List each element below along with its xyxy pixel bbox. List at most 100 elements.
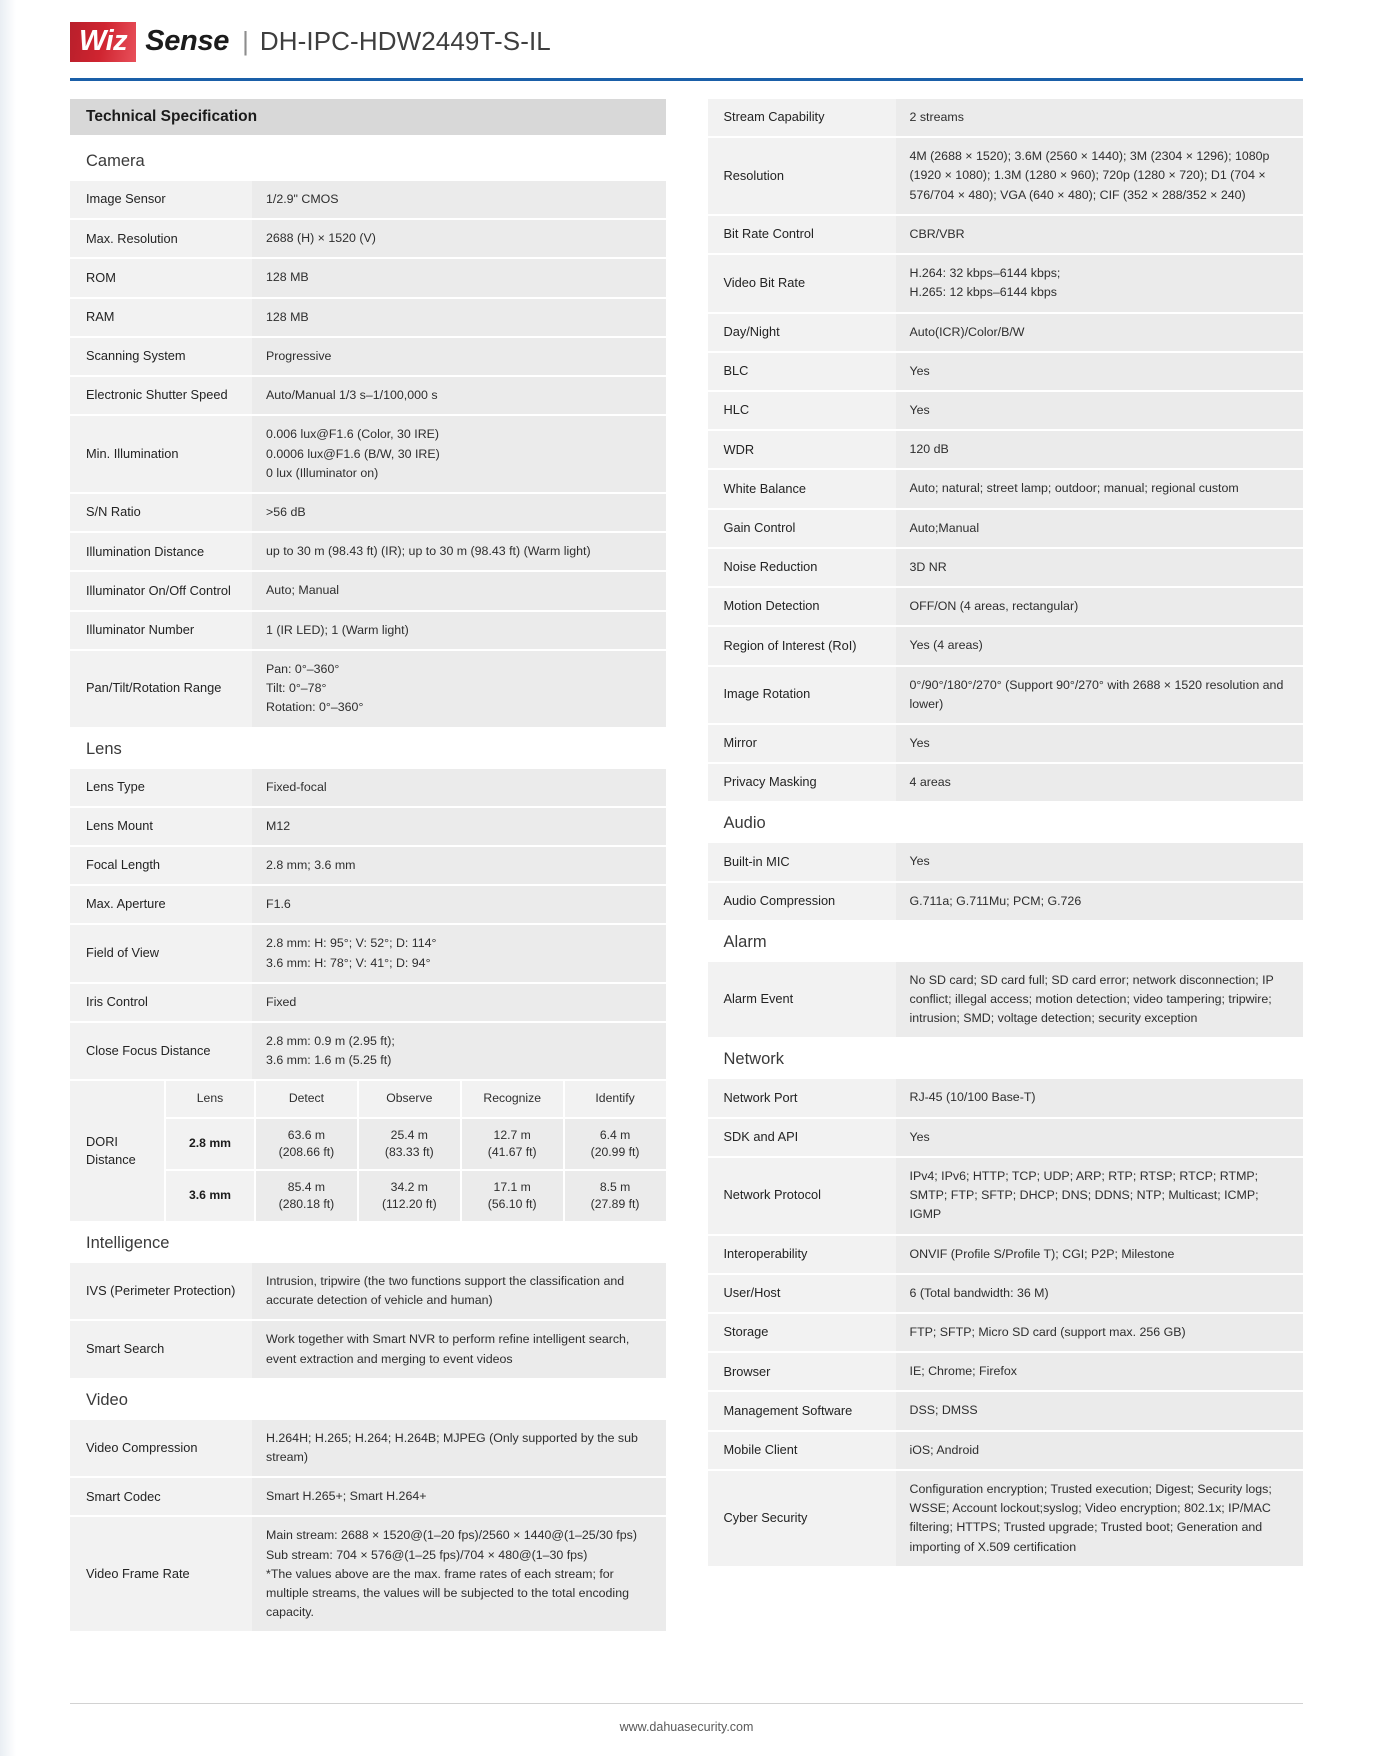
page-header: Wiz Sense | DH-IPC-HDW2449T-S-IL — [0, 0, 1373, 62]
spec-key: Max. Aperture — [70, 886, 252, 924]
spec-value: FTP; SFTP; Micro SD card (support max. 2… — [895, 1314, 1303, 1352]
spec-key: White Balance — [707, 470, 896, 508]
spec-row-ram: RAM 128 MB — [70, 298, 666, 336]
dori-cell-detect: 63.6 m (208.66 ft) — [256, 1118, 357, 1169]
dori-data-row: 2.8 mm 63.6 m (208.66 ft) 25.4 m (83.33 ft… — [166, 1118, 666, 1169]
spec-row-motion-detection: Motion Detection OFF/ON (4 areas, rectang… — [707, 588, 1303, 626]
spec-row-resolution: Resolution 4M (2688 × 1520); 3.6M (2560 ×… — [707, 138, 1303, 214]
spec-key: Mobile Client — [707, 1431, 896, 1469]
spec-value: Auto;Manual — [895, 509, 1303, 547]
spec-key: Network Port — [707, 1079, 896, 1117]
spec-row-max-aperture: Max. Aperture F1.6 — [70, 886, 666, 924]
spec-key: Resolution — [707, 138, 896, 214]
spec-key: Lens Mount — [70, 807, 252, 845]
spec-key: Min. Illumination — [70, 416, 252, 492]
spec-value: 120 dB — [895, 431, 1303, 469]
group-heading-camera: Camera — [86, 152, 145, 170]
spec-key: SDK and API — [707, 1118, 896, 1156]
spec-key: Field of View — [70, 925, 252, 982]
dori-column-header-detect: Detect — [256, 1081, 357, 1117]
technical-specification-title: Technical Specification — [70, 99, 666, 135]
spec-row-alarm-event: Alarm Event No SD card; SD card full; SD … — [707, 961, 1303, 1038]
spec-row-electronic-shutter-speed: Electronic Shutter Speed Auto/Manual 1/3 … — [70, 377, 666, 415]
spec-key: Audio Compression — [707, 882, 896, 920]
dori-distance-table: DORI Distance Lens Detect Observe Recognize I… — [70, 1081, 666, 1221]
spec-row-blc: BLC Yes — [707, 352, 1303, 390]
spec-row-bit-rate-control: Bit Rate Control CBR/VBR — [707, 215, 1303, 254]
page-edge-gradient — [0, 0, 16, 1756]
spec-key: Day/Night — [707, 313, 896, 351]
spec-value: RJ-45 (10/100 Base-T) — [895, 1079, 1303, 1117]
spec-value: Yes — [895, 352, 1303, 390]
dori-lens-value: 3.6 mm — [166, 1170, 254, 1221]
spec-value: Configuration encryption; Trusted execut… — [895, 1470, 1303, 1566]
brand-lockup: Wiz Sense | DH-IPC-HDW2449T-S-IL — [70, 22, 551, 62]
dori-column-header-observe: Observe — [358, 1081, 460, 1117]
footer-website-url: www.dahuasecurity.com — [619, 1720, 754, 1734]
spec-key: Motion Detection — [707, 588, 896, 626]
group-heading-lens: Lens — [86, 739, 122, 758]
spec-row-network-protocol: Network Protocol IPv4; IPv6; HTTP; TCP; U… — [707, 1157, 1303, 1234]
spec-row-s-n-ratio: S/N Ratio >56 dB — [70, 493, 666, 532]
spec-value: Intrusion, tripwire (the two functions s… — [252, 1262, 666, 1320]
spec-value: Fixed — [252, 983, 666, 1022]
dori-cell-recognize: 12.7 m (41.67 ft) — [461, 1118, 563, 1169]
spec-row-storage: Storage FTP; SFTP; Micro SD card (support… — [707, 1314, 1303, 1352]
spec-row-ivs-perimeter-protection: IVS (Perimeter Protection) Intrusion, tri… — [70, 1262, 666, 1320]
spec-key: S/N Ratio — [70, 493, 252, 532]
spec-value: Yes — [895, 843, 1303, 881]
wizsense-logo-badge: Wiz — [70, 22, 137, 62]
spec-value: Yes — [895, 1118, 1303, 1156]
spec-key: Storage — [707, 1314, 896, 1352]
spec-row-illumination-distance: Illumination Distance up to 30 m (98.43 f… — [70, 533, 666, 571]
spec-row-image-rotation: Image Rotation 0°/90°/180°/270° (Support … — [707, 666, 1303, 723]
spec-value: 2.8 mm: 0.9 m (2.95 ft); 3.6 mm: 1.6 m (… — [252, 1023, 666, 1080]
dori-column-header-recognize: Recognize — [461, 1081, 563, 1117]
spec-value: H.264: 32 kbps–6144 kbps; H.265: 12 kbps… — [895, 255, 1303, 312]
spec-row-mirror: Mirror Yes — [707, 724, 1303, 763]
spec-key: BLC — [707, 352, 896, 390]
spec-value: 128 MB — [252, 259, 666, 297]
wizsense-logo-word: Sense — [145, 25, 230, 57]
spec-key: Stream Capability — [707, 99, 896, 137]
spec-row-noise-reduction: Noise Reduction 3D NR — [707, 548, 1303, 587]
spec-value: CBR/VBR — [895, 215, 1303, 254]
spec-row-lens-mount: Lens Mount M12 — [70, 807, 666, 845]
spec-value: 1/2.9" CMOS — [252, 181, 666, 219]
spec-row-smart-codec: Smart Codec Smart H.265+; Smart H.264+ — [70, 1478, 666, 1516]
spec-key: Iris Control — [70, 983, 252, 1022]
spec-value: IE; Chrome; Firefox — [895, 1353, 1303, 1391]
dori-column-header-lens: Lens — [166, 1081, 254, 1117]
spec-row-image-sensor: Image Sensor 1/2.9" CMOS — [70, 181, 666, 219]
spec-value: 0.006 lux@F1.6 (Color, 30 IRE) 0.0006 lu… — [252, 416, 666, 492]
spec-row-sdk-and-api: SDK and API Yes — [707, 1118, 1303, 1156]
right-column: Stream Capability 2 streams Resolution 4M (… — [707, 99, 1303, 1568]
spec-row-pan-tilt-rotation-range: Pan/Tilt/Rotation Range Pan: 0°–360° Tilt… — [70, 650, 666, 727]
spec-row-cyber-security: Cyber Security Configuration encryption; … — [707, 1470, 1303, 1566]
spec-value: Progressive — [252, 337, 666, 376]
spec-row-day-night: Day/Night Auto(ICR)/Color/B/W — [707, 313, 1303, 351]
spec-key: Smart Codec — [70, 1478, 252, 1516]
spec-row-stream-capability: Stream Capability 2 streams — [707, 99, 1303, 137]
spec-key: Pan/Tilt/Rotation Range — [70, 650, 252, 727]
spec-key: User/Host — [707, 1274, 896, 1312]
spec-row-min-illumination: Min. Illumination 0.006 lux@F1.6 (Color, … — [70, 416, 666, 492]
spec-row-interoperability: Interoperability ONVIF (Profile S/Profile… — [707, 1235, 1303, 1273]
dori-cell-identify: 8.5 m (27.89 ft) — [564, 1170, 666, 1221]
spec-key: WDR — [707, 431, 896, 469]
dori-data-row: 3.6 mm 85.4 m (280.18 ft) 34.2 m (112.20 f… — [166, 1170, 666, 1221]
spec-key: Network Protocol — [707, 1157, 896, 1234]
spec-row-scanning-system: Scanning System Progressive — [70, 337, 666, 376]
spec-key: Mirror — [707, 724, 896, 763]
spec-key: Noise Reduction — [707, 548, 896, 587]
spec-value: Main stream: 2688 × 1520@(1–20 fps)/2560… — [252, 1517, 666, 1632]
spec-value: 4M (2688 × 1520); 3.6M (2560 × 1440); 3M… — [895, 138, 1303, 214]
dori-cell-recognize: 17.1 m (56.10 ft) — [461, 1170, 563, 1221]
spec-value: Auto/Manual 1/3 s–1/100,000 s — [252, 377, 666, 415]
spec-row-rom: ROM 128 MB — [70, 259, 666, 297]
dori-header-row: Lens Detect Observe Recognize Identify — [166, 1081, 666, 1117]
spec-value: iOS; Android — [895, 1431, 1303, 1469]
spec-row-built-in-mic: Built-in MIC Yes — [707, 843, 1303, 881]
spec-value: 2.8 mm: H: 95°; V: 52°; D: 114° 3.6 mm: … — [252, 925, 666, 982]
spec-value: Auto; natural; street lamp; outdoor; man… — [895, 470, 1303, 508]
